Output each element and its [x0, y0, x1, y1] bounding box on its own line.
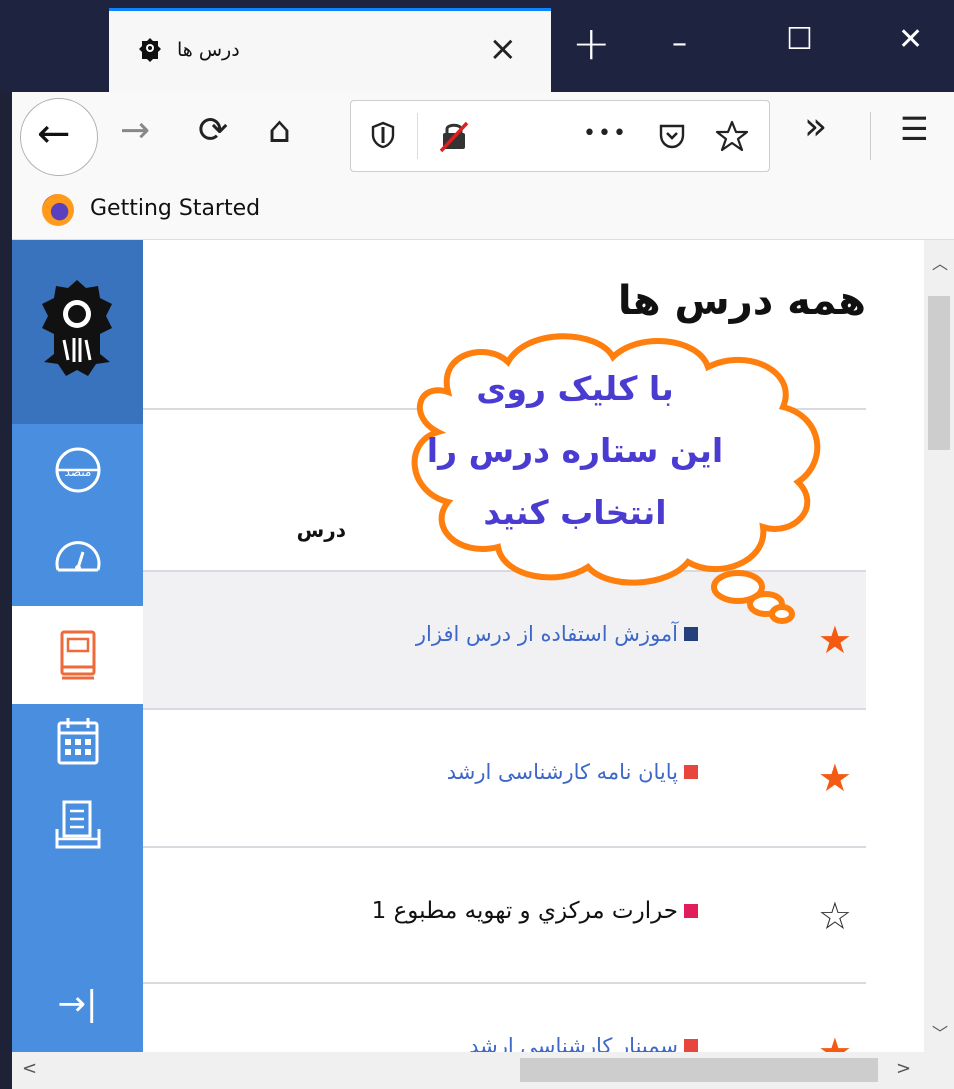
sidebar-item-speed[interactable] — [12, 516, 143, 596]
url-separator — [417, 113, 418, 159]
bookmark-star-icon[interactable] — [715, 119, 749, 153]
tab-close-icon[interactable]: × — [489, 29, 518, 69]
course-row: سمینار کارشناسی ارشد ★ — [143, 984, 866, 1052]
course-row: حرارت مرکزي و تهويه مطبوع 1 ☆ — [143, 848, 866, 984]
scroll-down-icon[interactable]: ﹀ — [932, 1020, 948, 1044]
calendar-icon — [57, 718, 98, 765]
callout-text: با کلیک روی این ستاره درس را انتخاب کنید — [410, 358, 740, 544]
close-window-button[interactable]: ✕ — [898, 22, 923, 57]
horizontal-scroll-thumb[interactable] — [520, 1058, 878, 1082]
nav-bar: ← → ⟳ ⌂ ••• » ☰ — [12, 92, 954, 180]
book-icon — [60, 630, 95, 680]
vertical-scroll-thumb[interactable] — [928, 296, 950, 450]
menu-icon[interactable]: ☰ — [900, 110, 929, 148]
course-link[interactable]: حرارت مرکزي و تهويه مطبوع 1 — [372, 898, 698, 924]
course-name: سمینار کارشناسی ارشد — [469, 1034, 678, 1052]
course-name: حرارت مرکزي و تهويه مطبوع 1 — [371, 898, 678, 924]
maximize-button[interactable]: ☐ — [786, 22, 813, 57]
bookmarks-bar: Getting Started — [12, 180, 954, 240]
university-logo-icon — [139, 38, 161, 62]
university-logo-icon[interactable] — [38, 278, 116, 382]
shield-icon[interactable] — [371, 121, 395, 149]
tab-strip: درس ها × + – ☐ ✕ — [0, 0, 954, 92]
sidebar-item-print[interactable] — [12, 788, 143, 862]
reload-button[interactable]: ⟳ — [198, 110, 228, 151]
dashboard-text-icon: متصد — [55, 447, 100, 493]
overflow-icon[interactable]: » — [804, 104, 827, 148]
horizontal-scrollbar[interactable]: < > — [12, 1052, 924, 1089]
sidebar-item-dashboard[interactable]: متصد — [12, 434, 143, 506]
sidebar-logo-area — [12, 240, 143, 424]
tab-active[interactable]: درس ها × — [109, 8, 551, 92]
tab-title: درس ها — [177, 39, 240, 61]
star-filled-icon[interactable]: ★ — [818, 756, 852, 800]
forward-button[interactable]: → — [120, 110, 150, 151]
scrollbar-corner — [924, 1052, 954, 1089]
minimize-button[interactable]: – — [672, 26, 687, 61]
callout-line: انتخاب کنید — [483, 493, 667, 532]
scroll-right-icon[interactable]: > — [896, 1058, 911, 1079]
toolbar-separator — [870, 112, 871, 160]
star-filled-icon[interactable]: ★ — [818, 1030, 852, 1052]
page-actions-icon[interactable]: ••• — [583, 121, 628, 146]
new-tab-button[interactable]: + — [572, 16, 611, 70]
star-outline-icon[interactable]: ☆ — [818, 894, 852, 938]
column-header-course[interactable]: درس — [297, 518, 346, 542]
sidebar-item-courses[interactable] — [12, 606, 143, 704]
home-button[interactable]: ⌂ — [268, 110, 291, 151]
course-row: پایان نامه کارشناسی ارشد ★ — [143, 710, 866, 846]
course-color-square — [684, 904, 698, 918]
back-arrow-icon: ← — [37, 111, 71, 157]
printer-icon — [55, 800, 100, 849]
scroll-left-icon[interactable]: < — [22, 1058, 37, 1079]
vertical-scrollbar[interactable]: ︿ ﹀ — [924, 240, 954, 1052]
scroll-up-icon[interactable]: ︿ — [932, 250, 948, 274]
callout-line: با کلیک روی — [476, 369, 674, 408]
course-link[interactable]: سمینار کارشناسی ارشد — [469, 1034, 698, 1052]
sidebar-item-calendar[interactable] — [12, 704, 143, 778]
sidebar: متصد →| — [12, 240, 143, 1052]
course-name: پایان نامه کارشناسی ارشد — [446, 760, 678, 784]
url-bar[interactable]: ••• — [350, 100, 770, 172]
page-title: همه درس ها — [617, 278, 866, 324]
insecure-lock-icon[interactable] — [437, 121, 471, 153]
pocket-icon[interactable] — [657, 121, 687, 151]
course-color-square — [684, 765, 698, 779]
course-color-square — [684, 1039, 698, 1052]
speedometer-icon — [55, 541, 100, 572]
bookmark-getting-started[interactable]: Getting Started — [90, 196, 260, 221]
callout-line: این ستاره درس را — [426, 431, 724, 470]
course-link[interactable]: پایان نامه کارشناسی ارشد — [447, 760, 698, 784]
sidebar-dashboard-label: متصد — [64, 465, 91, 479]
back-button[interactable]: ← — [20, 98, 98, 176]
firefox-icon — [42, 194, 74, 226]
sidebar-collapse-button[interactable]: →| — [12, 978, 143, 1030]
